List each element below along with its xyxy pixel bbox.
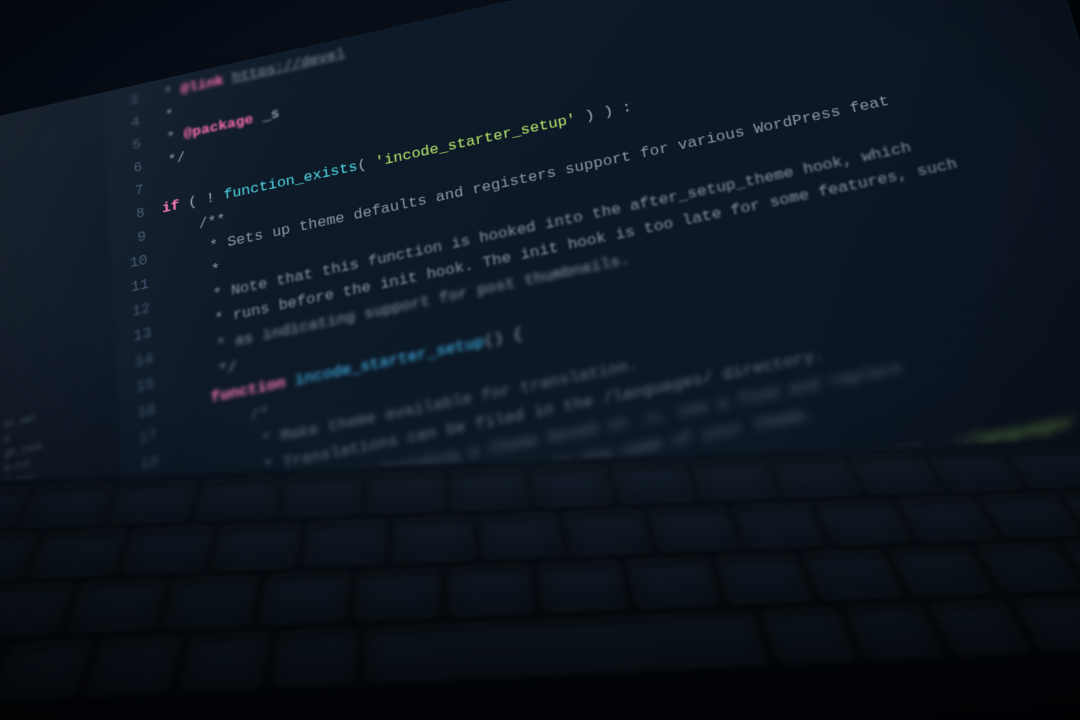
keyboard-key — [613, 463, 694, 505]
keyboard-key — [628, 557, 719, 608]
keyboard-key — [762, 607, 856, 664]
code-token: _s — [261, 106, 280, 125]
keyboard-key — [214, 523, 299, 571]
code-token: ( — [357, 155, 377, 175]
keyboard-key — [817, 500, 911, 545]
keyboard-key — [356, 568, 439, 621]
keyboard-key — [481, 513, 561, 560]
keyboard-key — [0, 583, 72, 641]
code-token: */ — [159, 150, 186, 171]
keyboard-key — [772, 457, 859, 498]
keyboard-key — [899, 497, 996, 542]
keyboard-key — [273, 628, 356, 687]
code-token: () { — [483, 326, 524, 351]
keyboard-key — [566, 510, 650, 556]
keyboard-key — [450, 565, 534, 617]
code-token: * — [157, 128, 184, 149]
keyboard-key — [368, 472, 442, 515]
keyboard-key — [22, 484, 113, 528]
code-token: * — [155, 83, 182, 104]
keyboard-key — [539, 561, 626, 613]
keyboard-key — [693, 460, 777, 501]
keyboard-key — [86, 636, 180, 696]
keyboard-key — [977, 543, 1080, 593]
keyboard-key — [981, 493, 1080, 538]
keyboard-key — [452, 469, 527, 511]
keyboard-key — [716, 554, 811, 605]
keyboard-key — [734, 503, 824, 549]
keyboard-key — [846, 604, 944, 660]
keyboard-key — [394, 516, 472, 563]
keyboard-deck — [0, 437, 1080, 720]
keyboard-key — [804, 550, 902, 601]
keyboard-key — [164, 576, 257, 630]
keyboard-key — [533, 466, 611, 508]
code-token: * — [156, 107, 174, 126]
keyboard-key — [109, 481, 195, 525]
code-token: if — [162, 196, 189, 218]
keyboard-key — [122, 526, 212, 574]
keyboard-key — [0, 640, 91, 700]
laptop-keyboard — [0, 460, 1080, 720]
keyboard-key — [851, 454, 941, 495]
keyboard-key — [929, 451, 1022, 492]
keyboard-key — [67, 580, 165, 634]
keyboard-key — [366, 611, 768, 683]
scene: st.xmlpge.jsone.txtd.cssscreenshot.phpds… — [0, 0, 1080, 720]
keyboard-key — [196, 478, 278, 521]
keyboard-key — [30, 530, 125, 579]
code-token: ( ! — [188, 189, 224, 213]
keyboard-key — [260, 572, 348, 625]
keyboard-key — [891, 546, 993, 596]
keyboard-key — [180, 632, 269, 692]
code-token — [174, 390, 212, 415]
keyboard-key — [930, 600, 1031, 656]
keyboard-key — [650, 506, 737, 552]
keyboard-key — [283, 475, 361, 518]
keyboard-key — [304, 520, 385, 567]
